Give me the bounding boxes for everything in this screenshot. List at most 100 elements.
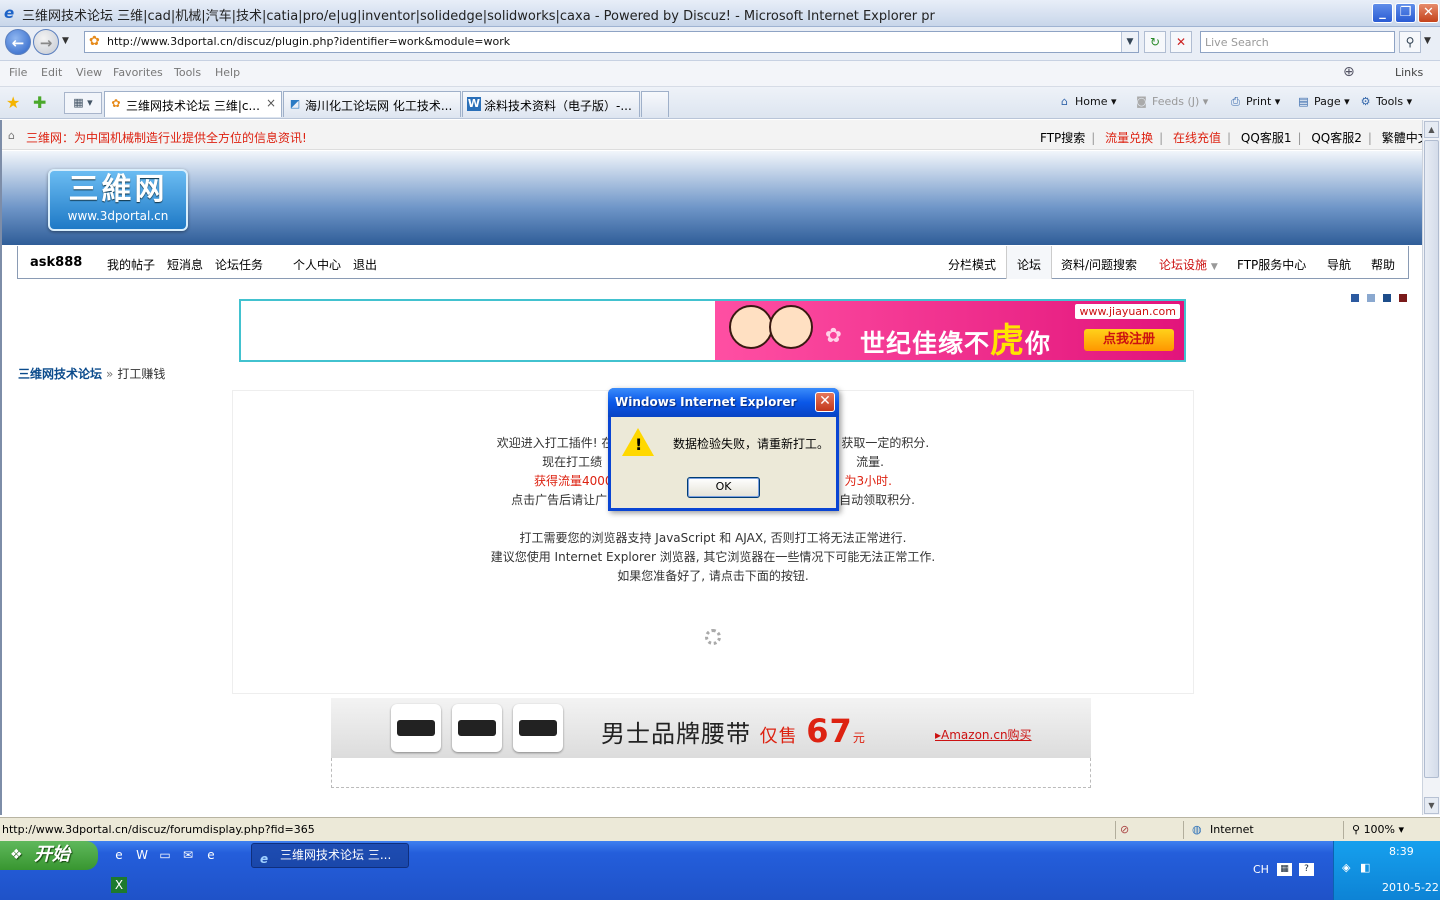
quicklaunch-folder-icon[interactable]: ▭ <box>157 847 173 863</box>
favorites-star-icon[interactable]: ★ <box>6 93 20 112</box>
links-toolbar[interactable]: Links <box>1395 66 1423 79</box>
clock-date: 2010-5-22 <box>1382 881 1439 894</box>
search-button[interactable]: ⚲ <box>1399 31 1421 53</box>
menu-tools[interactable]: Tools <box>174 66 201 79</box>
quicklaunch-excel-icon[interactable]: X <box>111 877 127 893</box>
vertical-scrollbar[interactable]: ▲ ▼ <box>1422 120 1440 815</box>
theme-swatch-light-blue[interactable] <box>1367 294 1375 302</box>
search-placeholder: Live Search <box>1205 36 1269 49</box>
menu-help[interactable]: Help <box>215 66 240 79</box>
theme-swatch-dark-red[interactable] <box>1399 294 1407 302</box>
add-favorite-icon[interactable]: ✚ <box>33 93 46 112</box>
home-icon[interactable]: ⌂ <box>8 129 15 142</box>
help-link[interactable]: 帮助 <box>1371 256 1395 273</box>
ftp-search-link[interactable]: FTP搜索 <box>1040 131 1085 145</box>
translate-icon[interactable]: ⊕ <box>1343 64 1361 82</box>
navigation-link[interactable]: 导航 <box>1327 256 1351 273</box>
username-link[interactable]: ask888 <box>30 255 82 270</box>
recharge-link[interactable]: 在线充值 <box>1173 131 1221 145</box>
quicklaunch-ie-icon[interactable]: e <box>111 847 127 863</box>
zoom-level[interactable]: ⚲ 100% ▾ <box>1352 823 1404 836</box>
address-url[interactable]: http://www.3dportal.cn/discuz/plugin.php… <box>107 35 510 48</box>
tab-3dportal[interactable]: ✿ 三维网技术论坛 三维|c... × <box>104 91 282 117</box>
search-options-dropdown[interactable]: ▼ <box>1424 36 1431 46</box>
scroll-thumb[interactable] <box>1424 140 1439 778</box>
top-ad-banner[interactable]: ✿ 世纪佳缘不虎你 www.jiayuan.com 点我注册 <box>239 299 1186 362</box>
theme-swatch-blue[interactable] <box>1351 294 1359 302</box>
ftp-service-link[interactable]: FTP服务中心 <box>1237 256 1306 273</box>
breadcrumb-home-link[interactable]: 三维网技术论坛 <box>18 367 102 381</box>
site-favicon-icon: ✿ <box>89 34 100 49</box>
flower-icon: ✿ <box>825 323 842 347</box>
popup-blocker-icon[interactable]: ⊘ <box>1120 823 1129 836</box>
tab-coating[interactable]: W 涂料技术资料（电子版）-... <box>462 91 640 117</box>
new-tab-button[interactable] <box>641 91 669 117</box>
status-url: http://www.3dportal.cn/discuz/forumdispl… <box>2 823 315 836</box>
tray-network-icon[interactable]: ◈ <box>1342 861 1350 874</box>
menu-edit[interactable]: Edit <box>41 66 62 79</box>
forward-button[interactable]: → <box>33 29 59 55</box>
page-menu-button[interactable]: ▤ Page ▾ <box>1296 95 1349 108</box>
address-toolbar: ← → ▼ ✿ http://www.3dportal.cn/discuz/pl… <box>0 27 1440 61</box>
forum-tasks-link[interactable]: 论坛任务 <box>215 256 263 273</box>
belt-image-1 <box>391 704 441 752</box>
traffic-exchange-link[interactable]: 流量兑换 <box>1105 131 1153 145</box>
start-button[interactable]: ❖ 开始 <box>0 841 98 870</box>
print-button[interactable]: ⎙ Print ▾ <box>1228 95 1280 109</box>
address-field[interactable]: ✿ http://www.3dportal.cn/discuz/plugin.p… <box>84 31 1139 53</box>
quicklaunch-ie2-icon[interactable]: e <box>203 847 219 863</box>
help-icon[interactable]: ? <box>1299 863 1314 876</box>
scroll-up-button[interactable]: ▲ <box>1424 121 1439 138</box>
feeds-button[interactable]: ◙ Feeds (J) ▾ <box>1134 95 1208 108</box>
home-button[interactable]: ⌂ Home ▾ <box>1057 95 1117 108</box>
language-indicator[interactable]: CH <box>1253 863 1269 876</box>
dialog-title-bar[interactable]: Windows Internet Explorer ✕ <box>608 388 839 417</box>
security-zone[interactable]: Internet <box>1210 823 1254 836</box>
user-center-link[interactable]: 个人中心 <box>293 256 341 273</box>
clock-time[interactable]: 8:39 <box>1389 845 1414 858</box>
address-dropdown[interactable]: ▼ <box>1121 32 1138 52</box>
messages-link[interactable]: 短消息 <box>167 256 203 273</box>
quick-tabs-button[interactable]: ▦ ▾ <box>64 92 102 114</box>
quicklaunch-word-icon[interactable]: W <box>134 847 150 863</box>
refresh-button[interactable]: ↻ <box>1144 31 1166 53</box>
tab-hcsoft[interactable]: ◩ 海川化工论坛网 化工技术... <box>283 91 461 117</box>
back-button[interactable]: ← <box>5 29 31 55</box>
forum-tab-link[interactable]: 论坛 <box>1006 246 1053 279</box>
belt-ad-banner[interactable]: 男士品牌腰带 仅售 67元 ▸Amazon.cn购买 <box>331 698 1091 758</box>
site-logo[interactable]: 三維网 www.3dportal.cn <box>48 169 188 231</box>
close-window-button[interactable]: ✕ <box>1418 3 1439 23</box>
dialog-close-button[interactable]: ✕ <box>815 392 835 412</box>
logout-link[interactable]: 退出 <box>353 256 377 273</box>
column-mode-link[interactable]: 分栏模式 <box>948 256 996 273</box>
traditional-chinese-link[interactable]: 繁體中文 <box>1382 131 1422 145</box>
amazon-buy-link[interactable]: ▸Amazon.cn购买 <box>935 726 1032 743</box>
theme-swatch-dark-blue[interactable] <box>1383 294 1391 302</box>
quicklaunch-outlook-icon[interactable]: ✉ <box>180 847 196 863</box>
minimize-button[interactable]: _ <box>1372 3 1393 23</box>
my-posts-link[interactable]: 我的帖子 <box>107 256 155 273</box>
qq-service-1-link[interactable]: QQ客服1 <box>1241 131 1292 145</box>
ok-button[interactable]: OK <box>687 477 760 498</box>
keyboard-icon[interactable]: ▦ <box>1277 863 1292 876</box>
resource-search-link[interactable]: 资料/问题搜索 <box>1061 256 1137 273</box>
tools-menu-button[interactable]: ⚙ Tools ▾ <box>1358 95 1413 108</box>
close-tab-icon[interactable]: × <box>266 96 276 110</box>
menu-view[interactable]: View <box>76 66 102 79</box>
stop-button[interactable]: ✕ <box>1170 31 1192 53</box>
scroll-down-button[interactable]: ▼ <box>1424 797 1439 814</box>
jiayuan-ad[interactable]: ✿ 世纪佳缘不虎你 www.jiayuan.com 点我注册 <box>715 301 1184 361</box>
history-dropdown[interactable]: ▼ <box>62 36 69 46</box>
restore-button[interactable]: ❐ <box>1395 3 1416 23</box>
menu-favorites[interactable]: Favorites <box>113 66 163 79</box>
belt-image-2 <box>452 704 502 752</box>
qq-service-2-link[interactable]: QQ客服2 <box>1311 131 1362 145</box>
forum-facilities-link[interactable]: 论坛设施 ▼ <box>1159 256 1218 273</box>
taskbar-ie-window[interactable]: e 三维网技术论坛 三... <box>251 843 409 868</box>
menu-file[interactable]: File <box>9 66 27 79</box>
tab-label: 三维网技术论坛 三维|c... <box>126 99 260 113</box>
search-input[interactable]: Live Search <box>1200 31 1395 53</box>
ready-line: 如果您准备好了, 请点击下面的按钮. <box>617 569 809 583</box>
ad-register-button[interactable]: 点我注册 <box>1084 329 1174 351</box>
tray-app-icon[interactable]: ◧ <box>1360 861 1370 874</box>
